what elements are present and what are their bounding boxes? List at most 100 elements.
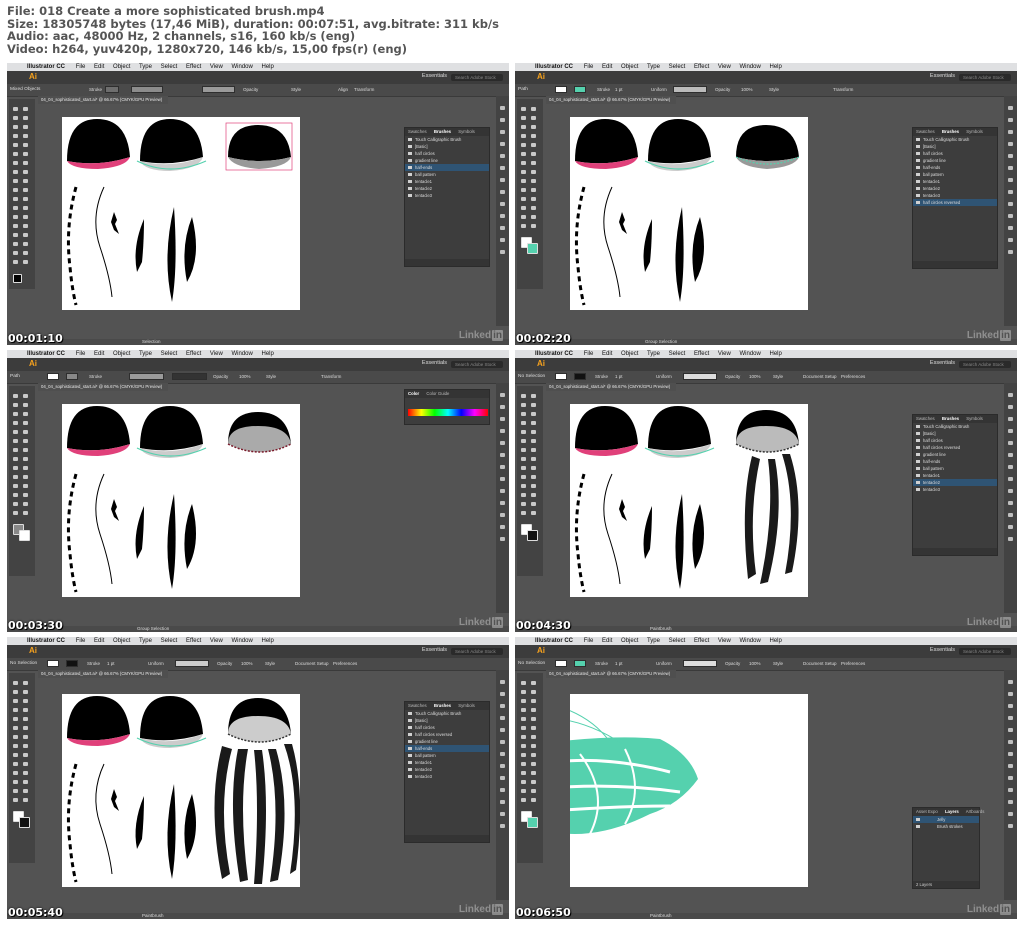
menu-object[interactable]: Object [113, 638, 130, 644]
fill-swatch[interactable] [47, 373, 59, 380]
panel-dock[interactable] [1004, 383, 1017, 613]
app-menu[interactable]: Illustrator CC [535, 638, 573, 644]
stroke-weight[interactable]: 1 pt [107, 661, 115, 666]
brush-item[interactable]: half circles reversed [405, 731, 489, 738]
tab-swatches[interactable]: Swatches [408, 703, 427, 708]
tab-symbols[interactable]: Symbols [458, 703, 474, 708]
brush-item[interactable]: half-ends [913, 458, 997, 465]
tab-symbols[interactable]: Symbols [966, 129, 982, 134]
brush-item[interactable]: tentacle3 [913, 486, 997, 493]
style-label[interactable]: Style [265, 661, 275, 666]
workspace-switcher[interactable]: Essentials [422, 647, 447, 653]
fill-swatch[interactable] [47, 660, 59, 667]
brush-definition[interactable] [683, 660, 717, 667]
menu-window[interactable]: Window [739, 64, 760, 70]
document-setup-button[interactable]: Document Setup [803, 661, 837, 666]
menu-file[interactable]: File [584, 638, 594, 644]
menu-edit[interactable]: Edit [602, 351, 612, 357]
brush-definition[interactable] [175, 660, 209, 667]
menu-effect[interactable]: Effect [186, 351, 201, 357]
tools-panel[interactable] [517, 673, 543, 863]
brush-item[interactable]: half circles [913, 150, 997, 157]
menu-help[interactable]: Help [770, 638, 782, 644]
tools-panel[interactable] [9, 673, 35, 863]
menu-edit[interactable]: Edit [94, 351, 104, 357]
artboard[interactable] [570, 117, 808, 310]
stock-search-input[interactable]: Search Adobe Stock [959, 361, 1011, 368]
workspace-switcher[interactable]: Essentials [422, 73, 447, 79]
brushes-panel[interactable]: Swatches Brushes Symbols Touch Calligrap… [912, 414, 998, 556]
document-tab[interactable]: 04_04_sophisticated_start.ai* @ 66.67% (… [546, 670, 676, 678]
stock-search-input[interactable]: Search Adobe Stock [451, 648, 503, 655]
panel-dock[interactable] [1004, 670, 1017, 900]
app-menu[interactable]: Illustrator CC [27, 64, 65, 70]
menu-edit[interactable]: Edit [94, 638, 104, 644]
stock-search-input[interactable]: Search Adobe Stock [959, 74, 1011, 81]
panel-footer[interactable] [405, 259, 489, 266]
panel-footer[interactable] [405, 835, 489, 842]
layer-item[interactable]: Brush strokes [913, 823, 979, 830]
menu-help[interactable]: Help [770, 351, 782, 357]
color-spectrum[interactable] [408, 409, 488, 416]
panel-tabs[interactable]: Swatches Brushes Symbols [913, 415, 997, 423]
brushes-panel[interactable]: Swatches Brushes Symbols Touch Calligrap… [912, 127, 998, 269]
document-setup-button[interactable]: Document Setup [803, 374, 837, 379]
tab-artboards[interactable]: Artboards [966, 809, 985, 814]
panel-tabs[interactable]: Swatches Brushes Symbols [913, 128, 997, 136]
menu-view[interactable]: View [718, 638, 731, 644]
workspace-switcher[interactable]: Essentials [930, 647, 955, 653]
stock-search-input[interactable]: Search Adobe Stock [959, 648, 1011, 655]
stroke-field[interactable] [105, 86, 119, 93]
stroke-label[interactable]: Stroke [595, 661, 608, 666]
menu-type[interactable]: Type [139, 638, 152, 644]
document-tab[interactable]: 04_04_sophisticated_start.ai* @ 66.67% (… [38, 96, 168, 104]
brush-item-selected[interactable]: half-ends [405, 745, 489, 752]
artboard[interactable] [62, 117, 300, 310]
menu-help[interactable]: Help [262, 351, 274, 357]
stroke-weight[interactable]: 1 pt [615, 661, 623, 666]
workspace-switcher[interactable]: Essentials [930, 360, 955, 366]
stroke-swatch[interactable] [574, 86, 586, 93]
profile-select[interactable]: Uniform [656, 374, 672, 379]
brush-item[interactable]: ball pattern [913, 171, 997, 178]
panel-dock[interactable] [496, 670, 509, 900]
document-tab[interactable]: 04_04_sophisticated_start.ai* @ 66.67% (… [38, 383, 168, 391]
menu-select[interactable]: Select [161, 638, 178, 644]
brush-item-selected[interactable]: half circles reversed [913, 199, 997, 206]
menu-help[interactable]: Help [262, 638, 274, 644]
menu-items[interactable]: Illustrator CC File Edit Object Type Sel… [27, 637, 281, 645]
panel-dock[interactable] [496, 96, 509, 326]
color-panel[interactable]: Color Color Guide [404, 389, 490, 425]
artboard[interactable] [62, 404, 300, 597]
stock-search-input[interactable]: Search Adobe Stock [451, 361, 503, 368]
panel-tabs[interactable]: Color Color Guide [405, 390, 489, 398]
stroke-swatch[interactable] [574, 373, 586, 380]
profile-select[interactable]: Uniform [148, 661, 164, 666]
stroke-weight[interactable]: 1 pt [615, 87, 623, 92]
preferences-button[interactable]: Preferences [841, 661, 865, 666]
panel-tabs[interactable]: Asset Expo Layers Artboards [913, 808, 984, 816]
menu-object[interactable]: Object [113, 64, 130, 70]
transform-label[interactable]: Transform [354, 87, 374, 92]
menu-edit[interactable]: Edit [602, 64, 612, 70]
menu-type[interactable]: Type [647, 64, 660, 70]
tab-symbols[interactable]: Symbols [458, 129, 474, 134]
layer-item-selected[interactable]: Jelly [913, 816, 979, 823]
menu-effect[interactable]: Effect [186, 638, 201, 644]
brush-item[interactable]: half circles [405, 724, 489, 731]
menu-window[interactable]: Window [231, 638, 252, 644]
brushes-panel[interactable]: Swatches Brushes Symbols Touch Calligrap… [404, 701, 490, 843]
menu-items[interactable]: Illustrator CC File Edit Object Type Sel… [535, 637, 789, 645]
brush-item[interactable]: half-ends [913, 164, 997, 171]
stroke-label[interactable]: Stroke [87, 661, 100, 666]
menu-type[interactable]: Type [139, 351, 152, 357]
stroke-label[interactable]: Stroke [89, 374, 102, 379]
menu-help[interactable]: Help [770, 64, 782, 70]
brush-item[interactable]: tentacle2 [405, 766, 489, 773]
menu-object[interactable]: Object [113, 351, 130, 357]
brush-item[interactable]: ball pattern [405, 171, 489, 178]
opacity-value[interactable]: 100% [241, 661, 253, 666]
brush-item-selected[interactable]: half-ends [405, 164, 489, 171]
profile-select[interactable] [129, 373, 164, 380]
menu-select[interactable]: Select [669, 638, 686, 644]
